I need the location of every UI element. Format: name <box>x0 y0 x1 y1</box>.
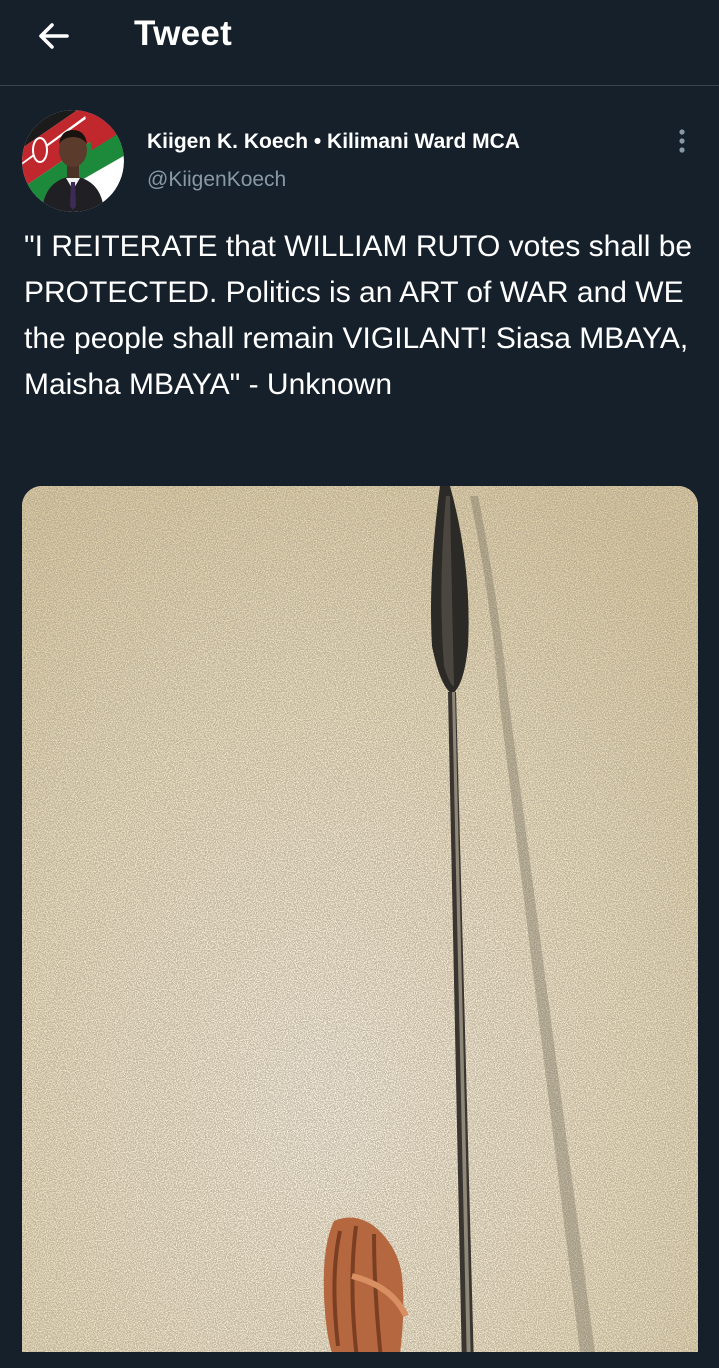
avatar[interactable] <box>22 110 124 212</box>
author-name[interactable]: Kiigen K. Koech • Kilimani Ward MCA <box>147 130 520 154</box>
arrow-left-icon <box>39 23 69 49</box>
more-vertical-icon <box>679 129 685 153</box>
tweet-media-image[interactable] <box>22 486 698 1368</box>
more-options-button[interactable] <box>668 124 696 158</box>
author-handle[interactable]: @KiigenKoech <box>147 168 286 192</box>
top-bar: Tweet <box>0 0 719 86</box>
avatar-image <box>22 110 124 212</box>
page-title: Tweet <box>134 14 233 53</box>
tweet-text: "I REITERATE that WILLIAM RUTO votes sha… <box>24 230 693 401</box>
spear-photo <box>22 486 698 1368</box>
back-button[interactable] <box>30 16 76 56</box>
